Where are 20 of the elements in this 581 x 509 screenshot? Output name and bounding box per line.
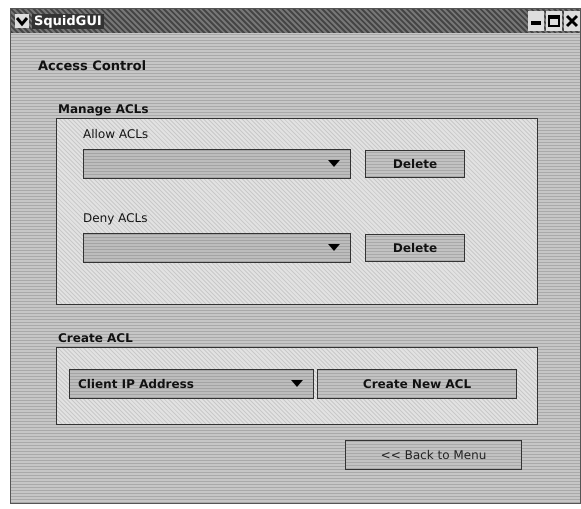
section-heading: Access Control xyxy=(38,59,146,74)
create-button[interactable]: Create New ACL xyxy=(317,369,517,399)
minimize-icon[interactable] xyxy=(528,11,544,31)
delete-button[interactable]: Delete xyxy=(365,150,465,178)
acl-dropdown[interactable] xyxy=(83,233,351,263)
acl-dropdown[interactable] xyxy=(83,149,351,179)
maximize-icon[interactable] xyxy=(546,11,562,31)
chevron-icon[interactable] xyxy=(15,14,29,28)
dropdown-arrow-icon xyxy=(291,380,303,388)
type-dropdown[interactable]: Client IP Address xyxy=(69,369,314,399)
group-title: Manage ACLs xyxy=(58,102,148,116)
dropdown-arrow-icon xyxy=(328,160,340,168)
close-icon[interactable] xyxy=(564,11,580,31)
window-title: SquidGUI xyxy=(32,14,104,28)
dropdown-arrow-icon xyxy=(328,244,340,252)
back-button[interactable]: << Back to Menu xyxy=(345,440,522,470)
delete-button[interactable]: Delete xyxy=(365,234,465,262)
field-label: Deny ACLs xyxy=(83,211,148,225)
group-title: Create ACL xyxy=(58,331,133,345)
field-label: Allow ACLs xyxy=(83,127,148,141)
